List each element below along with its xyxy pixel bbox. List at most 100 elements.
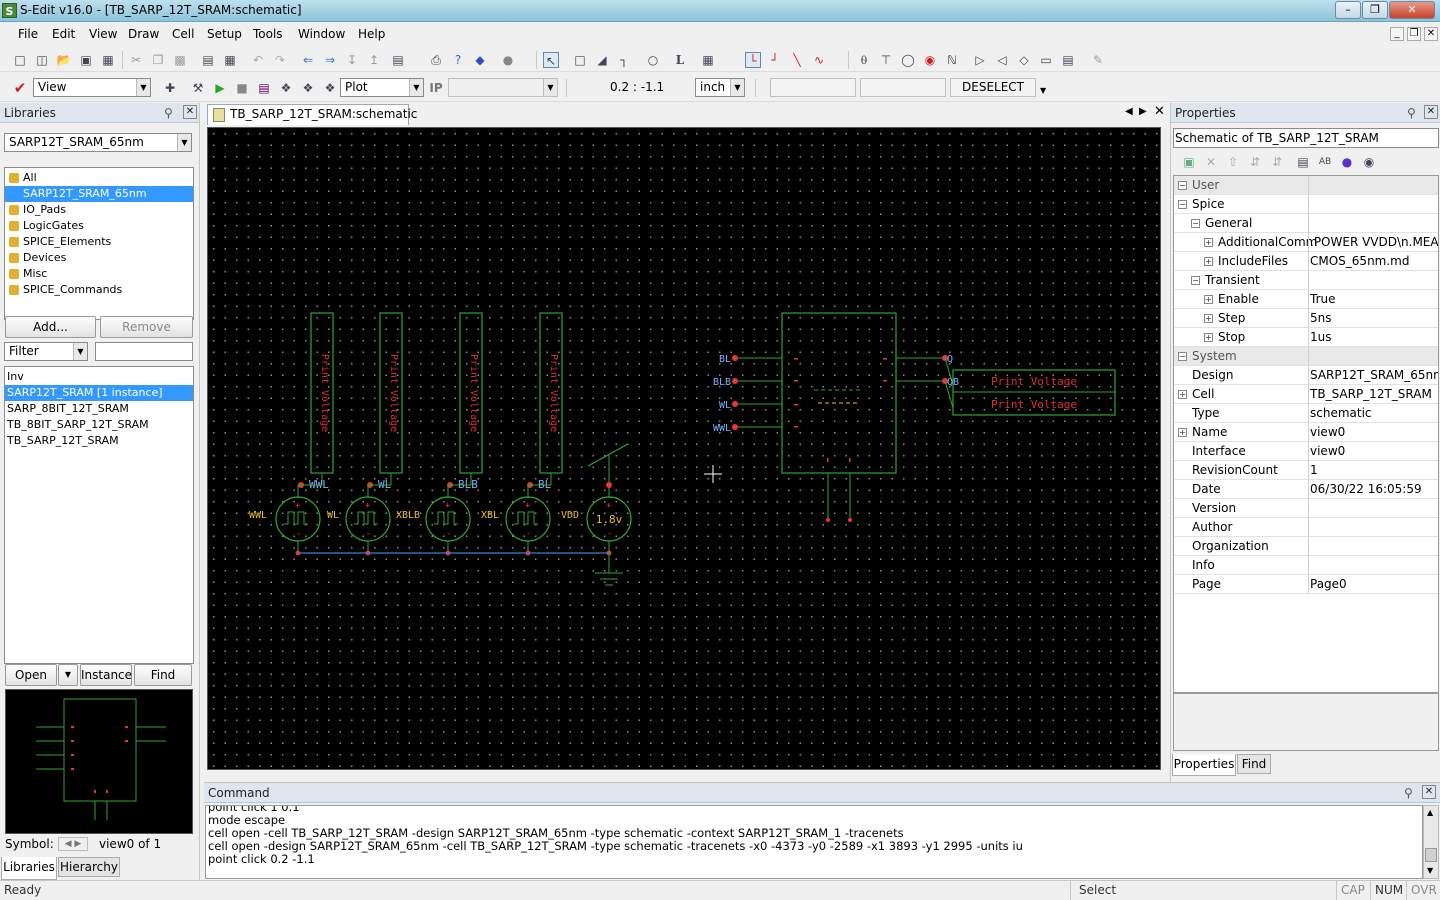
back-icon[interactable]: ⇐ bbox=[300, 52, 316, 68]
net-name-icon[interactable]: ℕ bbox=[944, 52, 960, 68]
output-print-block[interactable]: Print Voltage Print Voltage bbox=[952, 369, 1116, 416]
cell-item-tb-8bit[interactable]: TB_8BIT_SARP_12T_SRAM bbox=[5, 417, 193, 433]
menu-draw[interactable]: Draw bbox=[128, 27, 159, 41]
property-value[interactable]: 1us bbox=[1310, 330, 1438, 344]
property-row[interactable]: + Enable True bbox=[1174, 290, 1438, 309]
property-row[interactable]: Design SARP12T_SRAM_65nm bbox=[1174, 366, 1438, 385]
redo-icon[interactable]: ↷ bbox=[272, 52, 288, 68]
sort-alt-icon[interactable]: ⇵ bbox=[1269, 154, 1285, 170]
library-item-devices[interactable]: Devices bbox=[5, 250, 193, 266]
plot-select[interactable]: Plot ▼ bbox=[340, 78, 424, 97]
port-bi-icon[interactable]: ◇ bbox=[1016, 52, 1032, 68]
paste-icon[interactable]: ▩ bbox=[172, 52, 188, 68]
tab-libraries[interactable]: Libraries bbox=[1, 857, 57, 880]
wire-bend-icon[interactable]: ┐ bbox=[616, 52, 632, 68]
command-log[interactable]: point click 1 0.1 mode escape cell open … bbox=[205, 805, 1423, 879]
menu-cell[interactable]: Cell bbox=[172, 27, 194, 41]
property-row[interactable]: + Name view0 bbox=[1174, 423, 1438, 442]
run-icon[interactable]: ▶ bbox=[212, 80, 228, 96]
stop-icon[interactable]: ■ bbox=[234, 80, 250, 96]
cut-icon[interactable]: ✂ bbox=[128, 52, 144, 68]
library-item-logicgates[interactable]: LogicGates bbox=[5, 218, 193, 234]
property-row[interactable]: Version bbox=[1174, 499, 1438, 518]
collapse-icon[interactable]: − bbox=[1178, 181, 1187, 190]
tools-icon[interactable]: ⚒ bbox=[190, 80, 206, 96]
property-row[interactable]: Organization bbox=[1174, 537, 1438, 556]
menu-file[interactable]: File bbox=[18, 27, 38, 41]
port-in-icon[interactable]: ▷ bbox=[972, 52, 988, 68]
menu-view[interactable]: View bbox=[89, 27, 117, 41]
property-value[interactable]: 5ns bbox=[1310, 311, 1438, 325]
pop-icon[interactable]: ↥ bbox=[366, 52, 382, 68]
units-select[interactable]: inch ▼ bbox=[695, 78, 745, 97]
instance-icon[interactable]: ▤ bbox=[390, 52, 406, 68]
mode-select[interactable]: View ▼ bbox=[33, 78, 151, 97]
undo-icon[interactable]: ↶ bbox=[250, 52, 266, 68]
scroll-thumb[interactable] bbox=[1425, 848, 1437, 862]
delete-property-icon[interactable]: ✕ bbox=[1203, 154, 1219, 170]
property-row[interactable]: + IncludeFiles CMOS_65nm.md bbox=[1174, 252, 1438, 271]
wire-tool-icon[interactable]: └ bbox=[745, 52, 761, 68]
tab-close-icon[interactable]: ✕ bbox=[1154, 104, 1165, 119]
add-property-icon[interactable]: ▣ bbox=[1181, 154, 1197, 170]
layers-icon[interactable]: ◆ bbox=[472, 52, 488, 68]
checkmark-icon[interactable]: ✔ bbox=[12, 80, 28, 96]
close-button[interactable]: ✕ bbox=[1389, 1, 1435, 19]
alpha-sort-icon[interactable]: AB bbox=[1317, 154, 1333, 170]
color-wheel-icon[interactable]: ● bbox=[1339, 154, 1355, 170]
property-value[interactable]: 06/30/22 16:05:59 bbox=[1310, 482, 1438, 496]
mdi-close-icon[interactable]: ✕ bbox=[1424, 27, 1438, 41]
save-icon[interactable]: ▣ bbox=[78, 52, 94, 68]
grid-field-1[interactable] bbox=[770, 78, 856, 97]
cross-probe-icon[interactable]: ✚ bbox=[162, 80, 178, 96]
tab-hierarchy[interactable]: Hierarchy bbox=[58, 857, 120, 877]
tab-schematic[interactable]: TB_SARP_12T_SRAM:schematic bbox=[207, 104, 417, 125]
new-icon[interactable]: □ bbox=[12, 52, 28, 68]
property-value[interactable]: True bbox=[1310, 292, 1438, 306]
command-scrollbar[interactable]: ▲ ▼ bbox=[1423, 805, 1439, 879]
symbol-nav-icon[interactable]: ◀ ▶ bbox=[58, 837, 88, 851]
cell-item-sarp12t-sram[interactable]: SARP12T_SRAM [1 instance] bbox=[5, 385, 193, 401]
close-panel-icon[interactable]: ✕ bbox=[183, 105, 197, 119]
forward-icon[interactable]: ⇒ bbox=[322, 52, 338, 68]
ip-icon[interactable]: IP bbox=[428, 80, 444, 96]
property-row[interactable]: + Stop 1us bbox=[1174, 328, 1438, 347]
label-tool-icon[interactable]: L bbox=[672, 52, 688, 68]
cell-item-inv[interactable]: Inv bbox=[5, 369, 193, 385]
mdi-restore-icon[interactable]: ❐ bbox=[1407, 27, 1421, 41]
property-value[interactable]: TB_SARP_12T_SRAM bbox=[1310, 387, 1438, 401]
wire-diag-icon[interactable]: ╲ bbox=[789, 52, 805, 68]
tab-scroll-right-icon[interactable]: ▶ bbox=[1139, 106, 1147, 117]
property-row[interactable]: − General bbox=[1174, 214, 1438, 233]
open-dropdown-icon[interactable]: ▼ bbox=[58, 664, 78, 686]
filter-select[interactable]: Filter ▼ bbox=[4, 342, 88, 361]
expand-icon[interactable]: + bbox=[1204, 314, 1213, 323]
menu-help[interactable]: Help bbox=[358, 27, 385, 41]
pin-icon[interactable]: ⚲ bbox=[1407, 106, 1416, 120]
scroll-up-icon[interactable]: ▲ bbox=[1427, 808, 1433, 817]
save-all-icon[interactable]: ▦ bbox=[100, 52, 116, 68]
color-icon[interactable]: ● bbox=[500, 52, 516, 68]
expand-icon[interactable]: + bbox=[1204, 295, 1213, 304]
minimize-button[interactable]: – bbox=[1335, 1, 1361, 19]
move-up-icon[interactable]: ⇧ bbox=[1225, 154, 1241, 170]
property-value[interactable]: view0 bbox=[1310, 425, 1438, 439]
filter-input[interactable] bbox=[95, 342, 193, 361]
collapse-icon[interactable]: − bbox=[1191, 276, 1200, 285]
deselect-button[interactable]: DESELECT bbox=[950, 78, 1036, 97]
open-button[interactable]: Open bbox=[5, 664, 57, 686]
expand-icon[interactable]: + bbox=[1204, 238, 1213, 247]
property-value[interactable]: view0 bbox=[1310, 444, 1438, 458]
box-tool-icon[interactable]: □ bbox=[572, 52, 588, 68]
net-label-icon[interactable]: ⍬ bbox=[856, 52, 872, 68]
port-other-icon[interactable]: ▭ bbox=[1038, 52, 1054, 68]
sram-cell-instance[interactable] bbox=[781, 312, 897, 522]
property-value[interactable]: Page0 bbox=[1310, 577, 1438, 591]
copy-icon[interactable]: ❐ bbox=[150, 52, 166, 68]
zoom-icon[interactable]: ▦ bbox=[222, 52, 238, 68]
find-button[interactable]: Find bbox=[134, 664, 192, 686]
property-row[interactable]: Type schematic bbox=[1174, 404, 1438, 423]
menu-edit[interactable]: Edit bbox=[52, 27, 75, 41]
probe-i-icon[interactable]: ❖ bbox=[300, 80, 316, 96]
property-row[interactable]: Interface view0 bbox=[1174, 442, 1438, 461]
